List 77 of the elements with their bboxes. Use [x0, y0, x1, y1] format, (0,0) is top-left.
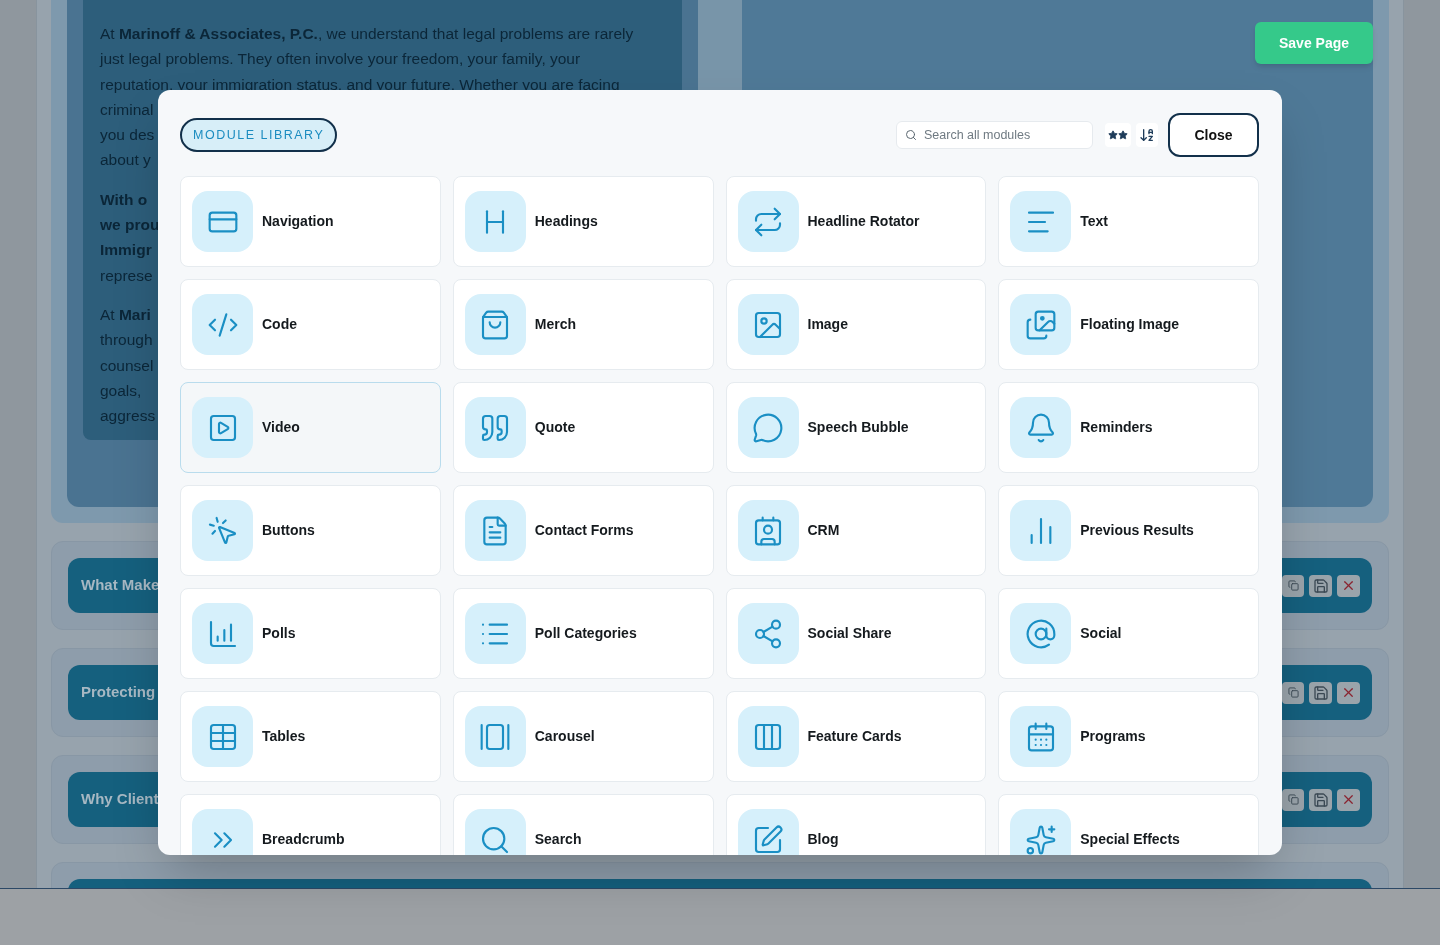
speech-bubble-icon	[752, 411, 784, 444]
favorites-button[interactable]	[1105, 123, 1131, 147]
repeat-icon	[752, 205, 784, 238]
module-card[interactable]: Speech Bubble	[725, 382, 987, 473]
sort-button[interactable]	[1136, 123, 1158, 147]
paragraph-line: about y	[100, 150, 151, 171]
sparkles-icon	[1024, 823, 1057, 855]
stars-icon	[1108, 130, 1128, 140]
close-button[interactable]: Close	[1168, 113, 1259, 157]
close-icon	[1341, 578, 1356, 593]
duplicate-button[interactable]	[1282, 574, 1304, 597]
paragraph-line: just legal problems. They often involve your freedom, your family, your	[100, 49, 581, 70]
module-card[interactable]: Programs	[998, 691, 1259, 782]
save-button[interactable]	[1309, 681, 1332, 704]
paragraph-line: Immigr	[100, 240, 152, 261]
module-card[interactable]: Code	[180, 279, 441, 370]
module-card[interactable]: Polls	[180, 588, 441, 679]
section-title: Why Client	[81, 789, 159, 810]
pointer-icon	[206, 514, 239, 547]
module-card[interactable]: Search	[452, 794, 714, 855]
paragraph-line: goals,	[100, 380, 142, 401]
paragraph-line: criminal	[100, 99, 154, 120]
close-icon	[1341, 685, 1356, 700]
module-card[interactable]: Carousel	[452, 691, 714, 782]
module-card[interactable]: Special Effects	[998, 794, 1259, 855]
module-card[interactable]: CRM	[725, 485, 987, 576]
copy-icon	[1287, 794, 1299, 805]
module-card[interactable]: Feature Cards	[725, 691, 987, 782]
module-card[interactable]: Image	[725, 279, 987, 370]
delete-button[interactable]	[1337, 681, 1360, 704]
paragraph-line: aggress	[100, 406, 156, 427]
module-card[interactable]: Headings	[452, 176, 714, 267]
module-card[interactable]: Breadcrumb	[180, 794, 441, 855]
delete-button[interactable]	[1337, 788, 1360, 811]
module-card[interactable]: Blog	[725, 794, 987, 855]
search-field[interactable]: Search all modules	[896, 121, 1093, 149]
copy-icon	[1287, 687, 1299, 698]
module-card[interactable]: Merch	[452, 279, 714, 370]
module-card[interactable]: Video	[180, 382, 441, 473]
dialog-title: MODULE LIBRARY	[180, 117, 338, 153]
paragraph-line: With o	[100, 189, 148, 210]
save-button[interactable]	[1309, 574, 1332, 597]
module-card[interactable]: Headline Rotator	[725, 176, 987, 267]
paragraph-line: you des	[100, 125, 155, 146]
paragraph-line: At Marinoff & Associates, P.C., we understand that legal problems are rarely	[100, 24, 634, 44]
module-card[interactable]: Buttons	[180, 485, 441, 576]
module-card[interactable]: Social Share	[725, 588, 987, 679]
close-icon	[1341, 792, 1356, 807]
module-card[interactable]: Social	[998, 588, 1259, 679]
save-button[interactable]	[1309, 788, 1332, 811]
paragraph-line: we prou	[100, 215, 160, 236]
duplicate-button[interactable]	[1282, 788, 1304, 811]
module-card[interactable]: Tables	[180, 691, 441, 782]
module-card[interactable]: Floating Image	[998, 279, 1259, 370]
module-card[interactable]: Reminders	[998, 382, 1259, 473]
copy-icon	[1287, 580, 1299, 591]
section-title: Protecting	[81, 682, 156, 703]
module-card[interactable]: Contact Forms	[452, 485, 714, 576]
search-icon	[905, 129, 917, 141]
images-icon	[1024, 308, 1057, 341]
module-card[interactable]: Text	[998, 176, 1259, 267]
paragraph-line: counsel	[100, 355, 154, 376]
paragraph-line: At Mari	[100, 304, 151, 325]
at-sign-icon	[1024, 617, 1057, 650]
edit-icon	[752, 823, 784, 855]
paragraph-line: represe	[100, 265, 153, 286]
module-card[interactable]: Quote	[452, 382, 714, 473]
module-card[interactable]: Navigation	[180, 176, 441, 267]
contact-card-icon	[752, 514, 784, 547]
duplicate-button[interactable]	[1282, 681, 1304, 704]
module-card[interactable]: Poll Categories	[452, 588, 714, 679]
module-card[interactable]: Previous Results	[998, 485, 1259, 576]
delete-button[interactable]	[1337, 574, 1360, 597]
section-title: What Make	[81, 575, 160, 596]
share-icon	[752, 617, 784, 650]
paragraph-line: through	[100, 330, 153, 351]
sort-az-icon	[1139, 127, 1155, 143]
